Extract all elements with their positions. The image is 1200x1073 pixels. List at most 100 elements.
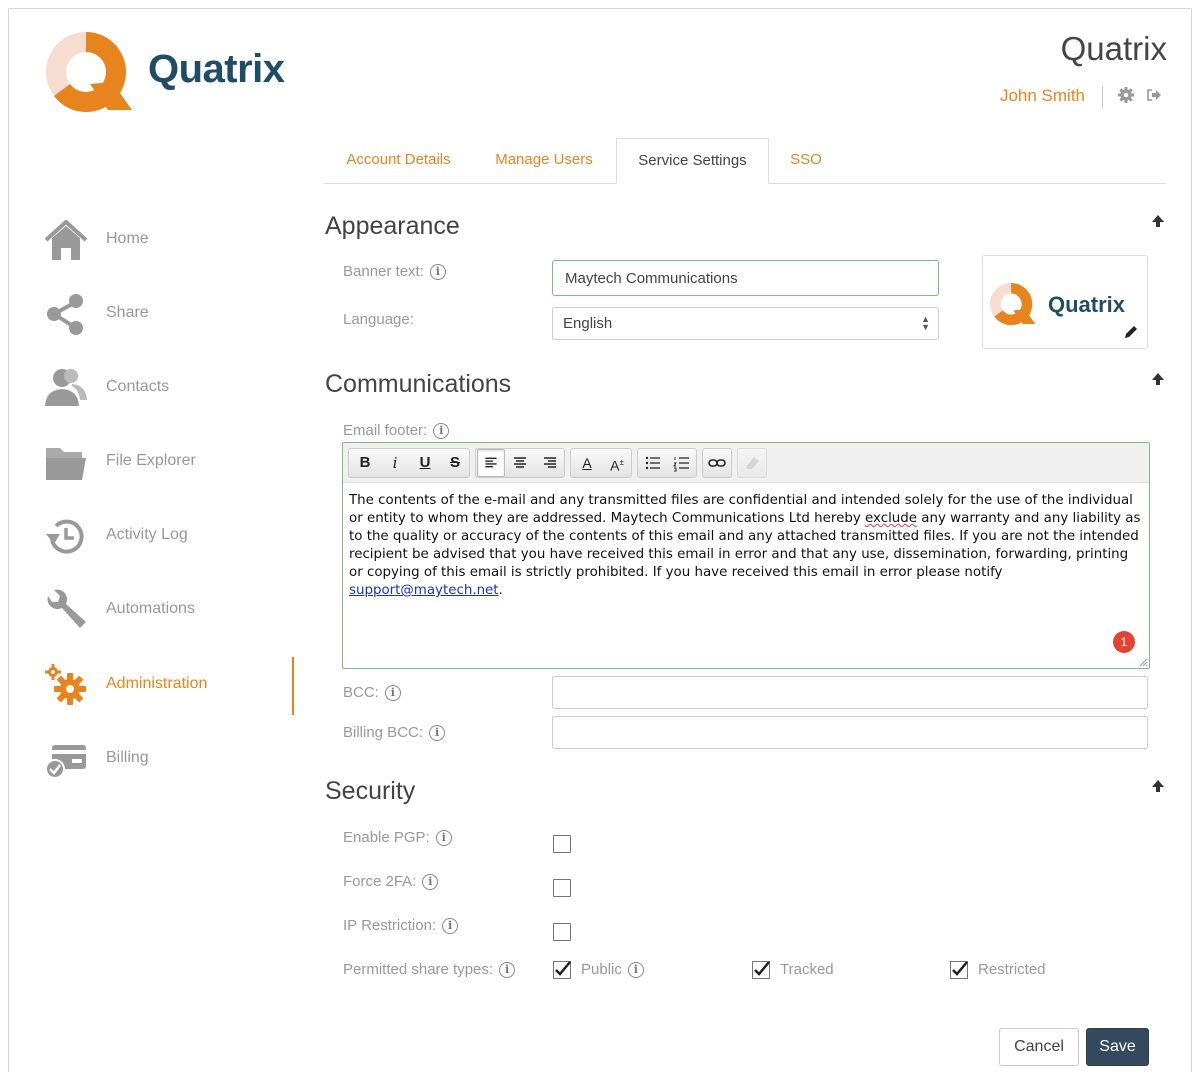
sidebar-item-label: Contacts bbox=[106, 378, 170, 395]
sidebar-item-label: Administration bbox=[106, 675, 208, 692]
notification-badge: 1 bbox=[1113, 631, 1135, 653]
cancel-button[interactable]: Cancel bbox=[999, 1028, 1079, 1066]
share-type-tracked-checkbox[interactable] bbox=[752, 961, 770, 979]
language-select[interactable]: English ▲ ▼ bbox=[552, 307, 939, 340]
eraser-icon[interactable] bbox=[738, 449, 766, 477]
tab-service-settings[interactable]: Service Settings bbox=[616, 138, 769, 184]
language-label: Language: bbox=[343, 311, 414, 328]
email-footer-label: Email footer: i bbox=[343, 422, 450, 439]
quatrix-logo-icon bbox=[990, 283, 1036, 326]
font-color-icon[interactable]: A bbox=[573, 449, 601, 477]
home-icon bbox=[44, 220, 88, 260]
logo-preview[interactable]: Quatrix bbox=[982, 255, 1148, 349]
numbered-list-icon[interactable] bbox=[668, 449, 696, 477]
misspelled-word: exclude bbox=[865, 511, 918, 526]
sidebar-item-activity-log[interactable]: Activity Log bbox=[42, 506, 296, 566]
sidebar-item-administration[interactable]: Administration bbox=[42, 655, 296, 715]
user-name-link[interactable]: John Smith bbox=[1000, 86, 1085, 106]
logout-icon[interactable] bbox=[1145, 86, 1163, 104]
share-type-tracked-label: Tracked bbox=[780, 961, 834, 978]
brand-wordmark: Quatrix bbox=[148, 47, 285, 91]
sidebar-item-file-explorer[interactable]: File Explorer bbox=[42, 432, 296, 492]
gears-icon bbox=[45, 664, 86, 705]
banner-text-input[interactable] bbox=[552, 260, 939, 296]
info-icon[interactable]: i bbox=[433, 423, 450, 439]
info-icon[interactable]: i bbox=[422, 874, 439, 890]
sidebar-item-label: File Explorer bbox=[106, 452, 196, 469]
email-footer-text[interactable]: The contents of the e-mail and any trans… bbox=[349, 492, 1143, 600]
sidebar-item-contacts[interactable]: Contacts bbox=[42, 358, 296, 418]
sidebar-item-automations[interactable]: Automations bbox=[42, 580, 296, 640]
info-icon[interactable]: i bbox=[442, 918, 459, 934]
resize-grip-icon[interactable] bbox=[1136, 655, 1148, 667]
bold-icon[interactable]: B bbox=[351, 449, 379, 477]
pencil-icon[interactable] bbox=[1123, 324, 1139, 340]
select-arrows-icon: ▲ ▼ bbox=[921, 314, 930, 332]
sidebar-item-label: Share bbox=[106, 304, 149, 321]
share-type-restricted-checkbox[interactable] bbox=[950, 961, 968, 979]
wrench-icon bbox=[47, 589, 86, 628]
underline-icon[interactable]: U bbox=[411, 449, 439, 477]
collapse-arrow-icon[interactable] bbox=[1150, 778, 1166, 794]
sidebar-item-label: Home bbox=[106, 230, 149, 247]
enable-pgp-label: Enable PGP: i bbox=[343, 829, 452, 846]
toolbar-group-align bbox=[475, 448, 565, 478]
tab-manage-users[interactable]: Manage Users bbox=[480, 138, 608, 184]
info-icon[interactable]: i bbox=[429, 725, 446, 741]
share-type-public-checkbox[interactable] bbox=[553, 961, 571, 979]
support-email-link[interactable]: support@maytech.net bbox=[349, 583, 499, 598]
sidebar-item-share[interactable]: Share bbox=[42, 284, 296, 344]
enable-pgp-checkbox[interactable] bbox=[553, 835, 571, 853]
email-footer-editor[interactable]: B i U S A A± The contents of the e-mail … bbox=[342, 442, 1150, 669]
history-icon bbox=[46, 519, 84, 554]
section-title-security: Security bbox=[325, 777, 416, 805]
share-type-public-label: Public i bbox=[581, 961, 644, 978]
billing-bcc-input[interactable] bbox=[552, 716, 1148, 749]
logo-preview-wordmark: Quatrix bbox=[1048, 292, 1126, 317]
ip-restriction-label: IP Restriction: i bbox=[343, 917, 459, 934]
toolbar-group-clear bbox=[737, 448, 767, 478]
gear-icon[interactable] bbox=[1117, 86, 1135, 104]
info-icon[interactable]: i bbox=[435, 830, 452, 846]
quatrix-logo-icon bbox=[46, 32, 132, 112]
editor-toolbar: B i U S A A± bbox=[343, 443, 1149, 483]
section-title-communications: Communications bbox=[325, 370, 512, 398]
strikethrough-icon[interactable]: S bbox=[441, 449, 469, 477]
ip-restriction-checkbox[interactable] bbox=[553, 923, 571, 941]
sidebar-item-label: Automations bbox=[106, 600, 195, 617]
billing-icon bbox=[45, 745, 86, 779]
toolbar-group-format: B i U S bbox=[348, 448, 470, 478]
permitted-share-types-label: Permitted share types: i bbox=[343, 961, 516, 978]
collapse-arrow-icon[interactable] bbox=[1150, 371, 1166, 387]
toolbar-group-font: A A± bbox=[570, 448, 632, 478]
sidebar-item-label: Activity Log bbox=[106, 526, 188, 543]
info-icon[interactable]: i bbox=[429, 264, 446, 280]
header-divider bbox=[1102, 86, 1103, 108]
force-2fa-checkbox[interactable] bbox=[553, 879, 571, 897]
sidebar-active-indicator bbox=[292, 657, 294, 715]
align-left-icon[interactable] bbox=[477, 449, 505, 477]
italic-icon[interactable]: i bbox=[381, 449, 409, 477]
info-icon[interactable]: i bbox=[384, 685, 401, 701]
share-type-restricted-label: Restricted bbox=[978, 961, 1046, 978]
contacts-icon bbox=[45, 369, 87, 406]
info-icon[interactable]: i bbox=[627, 962, 644, 978]
collapse-arrow-icon[interactable] bbox=[1150, 213, 1166, 229]
align-center-icon[interactable] bbox=[506, 449, 534, 477]
bullet-list-icon[interactable] bbox=[639, 449, 667, 477]
tab-account-details[interactable]: Account Details bbox=[333, 138, 464, 184]
force-2fa-label: Force 2FA: i bbox=[343, 873, 439, 890]
align-right-icon[interactable] bbox=[536, 449, 564, 477]
section-title-appearance: Appearance bbox=[325, 212, 460, 240]
sidebar-item-home[interactable]: Home bbox=[42, 210, 296, 270]
save-button[interactable]: Save bbox=[1086, 1028, 1149, 1066]
font-size-icon[interactable]: A± bbox=[603, 449, 631, 477]
link-icon[interactable] bbox=[703, 449, 731, 477]
info-icon[interactable]: i bbox=[499, 962, 516, 978]
banner-text-label: Banner text: i bbox=[343, 263, 446, 280]
sidebar-item-billing[interactable]: Billing bbox=[42, 729, 296, 789]
share-icon bbox=[47, 294, 83, 335]
language-select-value: English bbox=[563, 315, 613, 332]
tab-sso[interactable]: SSO bbox=[776, 138, 836, 184]
bcc-input[interactable] bbox=[552, 676, 1148, 709]
